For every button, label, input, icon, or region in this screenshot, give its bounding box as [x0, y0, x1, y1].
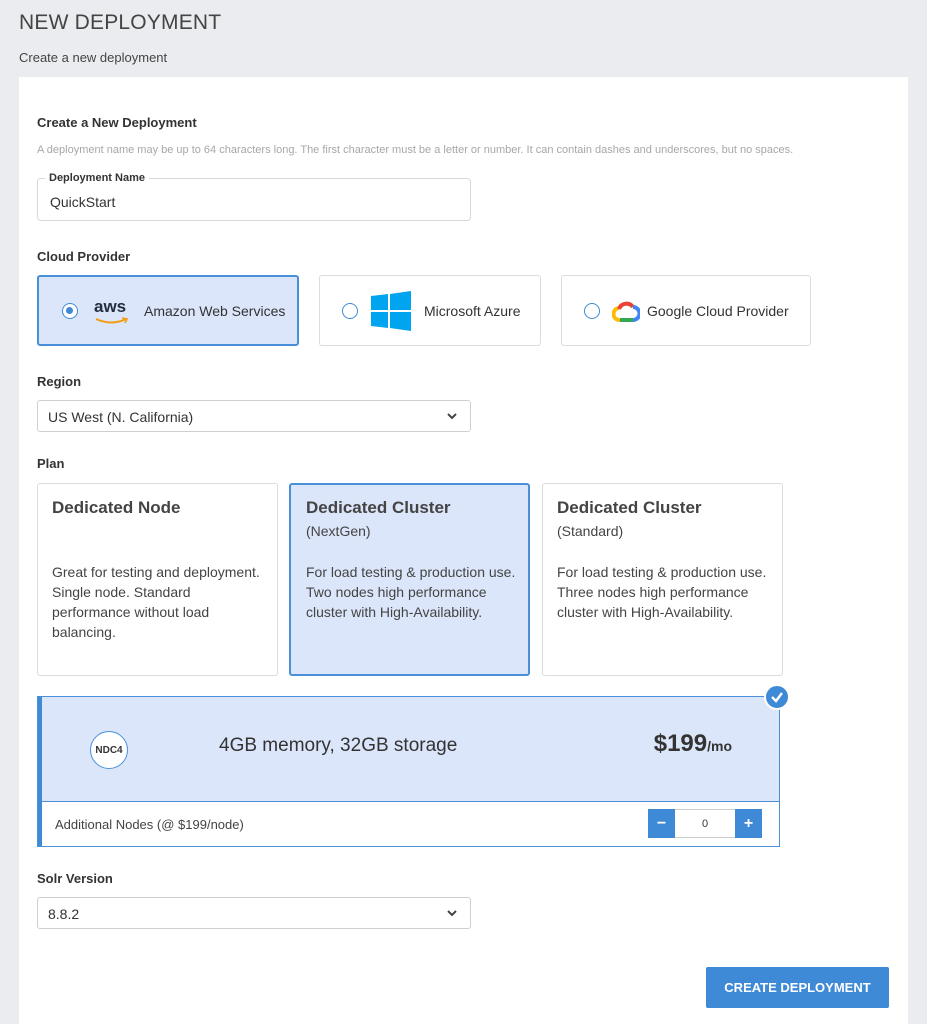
plan-option-dedicated-cluster-standard[interactable]: Dedicated Cluster (Standard) For load te… — [542, 483, 783, 676]
deployment-name-label: Deployment Name — [45, 172, 149, 184]
tier-description: 4GB memory, 32GB storage — [219, 735, 458, 756]
cloud-provider-label: Cloud Provider — [37, 249, 131, 264]
region-label: Region — [37, 374, 82, 389]
name-hint: A deployment name may be up to 64 charac… — [37, 144, 794, 156]
tier-header: NDC4 4GB memory, 32GB storage $199/mo — [38, 697, 779, 802]
tier-price: $199/mo — [653, 730, 732, 757]
google-label: Google Cloud Provider — [647, 302, 789, 319]
additional-nodes-input[interactable]: 0 — [675, 809, 735, 838]
plan-option-dedicated-node[interactable]: Dedicated Node Great for testing and dep… — [37, 483, 278, 676]
plan-title: Dedicated Cluster — [557, 498, 702, 517]
plan-title: Dedicated Node — [52, 498, 181, 517]
windows-logo-icon — [371, 290, 411, 331]
azure-label: Microsoft Azure — [424, 302, 521, 319]
aws-logo-icon: aws — [94, 296, 132, 326]
page-subtitle: Create a new deployment — [19, 50, 168, 65]
plan-subtitle: (Standard) — [557, 523, 624, 539]
create-deployment-button[interactable]: CREATE DEPLOYMENT — [706, 967, 889, 1008]
aws-label: Amazon Web Services — [144, 302, 286, 319]
form-heading: Create a New Deployment — [37, 115, 197, 130]
provider-option-aws[interactable]: aws Amazon Web Services — [37, 275, 299, 346]
plan-option-dedicated-cluster-nextgen[interactable]: Dedicated Cluster (NextGen) For load tes… — [289, 483, 530, 676]
plan-description: For load testing & production use. Three… — [557, 564, 767, 620]
plan-label: Plan — [37, 456, 65, 471]
aws-radio[interactable] — [62, 302, 78, 319]
increment-button[interactable]: + — [735, 809, 762, 838]
plan-title: Dedicated Cluster — [306, 498, 451, 517]
deployment-form-card: Create a New Deployment A deployment nam… — [19, 77, 908, 1024]
tier-badge: NDC4 — [90, 731, 128, 769]
google-radio[interactable] — [584, 302, 600, 319]
plan-description: Great for testing and deployment. Single… — [52, 564, 260, 640]
region-value: US West (N. California) — [48, 409, 194, 425]
google-cloud-logo-icon — [611, 300, 642, 322]
solr-version-select[interactable]: 8.8.2 — [37, 897, 471, 929]
azure-radio[interactable] — [342, 302, 358, 319]
additional-nodes-stepper[interactable]: − 0 + — [648, 809, 762, 838]
additional-nodes-label: Additional Nodes (@ $199/node) — [55, 817, 244, 832]
decrement-button[interactable]: − — [648, 809, 675, 838]
solr-version-value: 8.8.2 — [48, 906, 80, 922]
deployment-name-field[interactable]: Deployment Name QuickStart — [37, 172, 471, 221]
region-select[interactable]: US West (N. California) — [37, 400, 471, 432]
selected-check-icon — [764, 684, 790, 710]
tier-accent-bar — [38, 697, 42, 846]
chevron-down-icon — [447, 413, 457, 420]
chevron-down-icon — [447, 910, 457, 917]
plan-tier-card[interactable]: NDC4 4GB memory, 32GB storage $199/mo Ad… — [37, 696, 780, 847]
page-title: NEW DEPLOYMENT — [19, 11, 222, 34]
provider-option-azure[interactable]: Microsoft Azure — [319, 275, 541, 346]
solr-version-label: Solr Version — [37, 871, 113, 886]
deployment-name-value[interactable]: QuickStart — [50, 194, 115, 210]
plan-description: For load testing & production use. Two n… — [306, 564, 516, 620]
plan-subtitle: (NextGen) — [306, 523, 371, 539]
provider-option-google[interactable]: Google Cloud Provider — [561, 275, 811, 346]
